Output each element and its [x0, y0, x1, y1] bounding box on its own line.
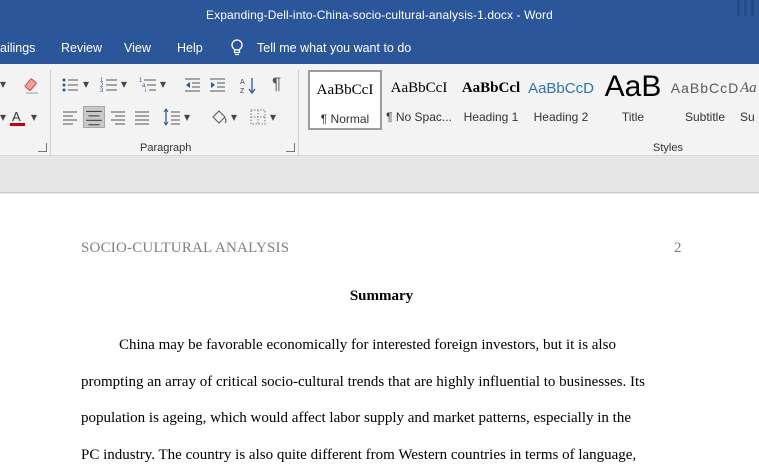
window-controls[interactable] [731, 0, 759, 20]
document-page[interactable]: SOCIO-CULTURAL ANALYSIS 2 Summary China … [0, 194, 759, 472]
paragraph-group-label: Paragraph [140, 142, 192, 154]
show-formatting-icon[interactable]: ¶ [272, 74, 290, 93]
window-title: Expanding-Dell-into-China-socio-cultural… [206, 8, 553, 22]
ribbon-tabs: ailings Review View Help Tell me what yo… [0, 32, 759, 64]
tab-view[interactable]: View [124, 41, 151, 55]
body-line: PC industry. The country is also quite d… [81, 447, 637, 463]
ribbon: ▾ A ▾ ▾ ▾ 1 2 3 ▾ 1 a i ▾ A Z ¶ ▾ ▾ ▾ Pa… [0, 64, 759, 156]
svg-text:A: A [240, 79, 245, 86]
chevron-down-icon[interactable]: ▾ [0, 77, 18, 95]
body-line: population is ageing, which would affect… [81, 410, 631, 426]
style-sample: AaBbCcD [670, 80, 740, 96]
align-right-icon[interactable] [109, 108, 127, 126]
styles-group-label: Styles [653, 142, 683, 154]
style-title[interactable]: AaB Title [596, 70, 670, 130]
numbering-icon[interactable]: 1 2 3 [100, 76, 118, 94]
numbering-dropdown-icon[interactable]: ▾ [121, 77, 139, 95]
style-no-spacing[interactable]: AaBbCcI ¶ No Spac... [382, 70, 456, 130]
svg-text:i: i [145, 88, 146, 94]
style-sample: AaBbCcD [528, 80, 594, 97]
styles-gallery: AaBbCcI ¶ Normal AaBbCcI ¶ No Spac... Aa… [306, 70, 759, 132]
clear-formatting-icon[interactable] [23, 77, 41, 95]
tab-help[interactable]: Help [177, 41, 203, 55]
line-spacing-icon[interactable] [163, 108, 181, 126]
justify-icon[interactable] [133, 108, 151, 126]
align-center-button[interactable] [83, 106, 105, 128]
font-color-dropdown-icon[interactable]: ▾ [31, 110, 49, 128]
style-name: Subtitle [684, 110, 726, 124]
font-dialog-launcher-icon[interactable] [38, 143, 47, 152]
title-bar: Expanding-Dell-into-China-socio-cultural… [0, 0, 759, 32]
multilevel-list-icon[interactable]: 1 a i [139, 76, 157, 94]
highlight-dropdown-icon[interactable]: ▾ [0, 110, 18, 128]
style-sample: AaBbCcl [461, 80, 521, 96]
section-heading: Summary [349, 288, 414, 304]
lightbulb-icon[interactable] [230, 39, 244, 57]
borders-icon[interactable] [249, 108, 267, 126]
style-subtle-emphasis[interactable]: Aa Su [740, 70, 759, 130]
style-sample: AaB [604, 70, 662, 103]
style-name: Heading 2 [533, 110, 589, 124]
style-name: ¶ No Spac... [386, 110, 452, 124]
page-number: 2 [674, 240, 682, 256]
document-area-top [0, 157, 759, 193]
bullets-icon[interactable] [61, 76, 79, 94]
svg-text:3: 3 [100, 88, 104, 94]
separator [298, 70, 299, 156]
svg-text:Z: Z [240, 88, 245, 94]
style-sample: AaBbCcI [316, 82, 374, 98]
style-sample: Aa [740, 80, 757, 96]
borders-dropdown-icon[interactable]: ▾ [270, 110, 288, 128]
running-header: SOCIO-CULTURAL ANALYSIS [81, 240, 290, 256]
style-heading-2[interactable]: AaBbCcD Heading 2 [524, 70, 598, 130]
shading-dropdown-icon[interactable]: ▾ [231, 110, 249, 128]
paragraph-dialog-launcher-icon[interactable] [286, 143, 295, 152]
align-center-icon [86, 110, 102, 126]
increase-indent-icon[interactable] [208, 76, 226, 94]
body-line: China may be favorable economically for … [119, 337, 616, 353]
bullets-dropdown-icon[interactable]: ▾ [83, 77, 101, 95]
style-name: ¶ Normal [320, 112, 370, 126]
style-normal[interactable]: AaBbCcI ¶ Normal [308, 70, 382, 130]
line-spacing-dropdown-icon[interactable]: ▾ [184, 110, 202, 128]
body-line: prompting an array of critical socio-cul… [81, 374, 646, 390]
decrease-indent-icon[interactable] [183, 76, 201, 94]
style-name: Su [740, 110, 755, 124]
style-subtitle[interactable]: AaBbCcD Subtitle [668, 70, 742, 130]
tab-review[interactable]: Review [61, 41, 102, 55]
tell-me-search[interactable]: Tell me what you want to do [257, 41, 411, 55]
style-sample: AaBbCcI [390, 80, 448, 96]
separator [50, 70, 51, 156]
align-left-icon[interactable] [61, 108, 79, 126]
multilevel-dropdown-icon[interactable]: ▾ [160, 77, 178, 95]
style-name: Title [621, 110, 645, 124]
sort-icon[interactable]: A Z [240, 76, 258, 94]
tab-mailings[interactable]: ailings [0, 41, 35, 55]
shading-icon[interactable] [210, 108, 228, 126]
style-heading-1[interactable]: AaBbCcl Heading 1 [454, 70, 528, 130]
style-name: Heading 1 [463, 110, 519, 124]
